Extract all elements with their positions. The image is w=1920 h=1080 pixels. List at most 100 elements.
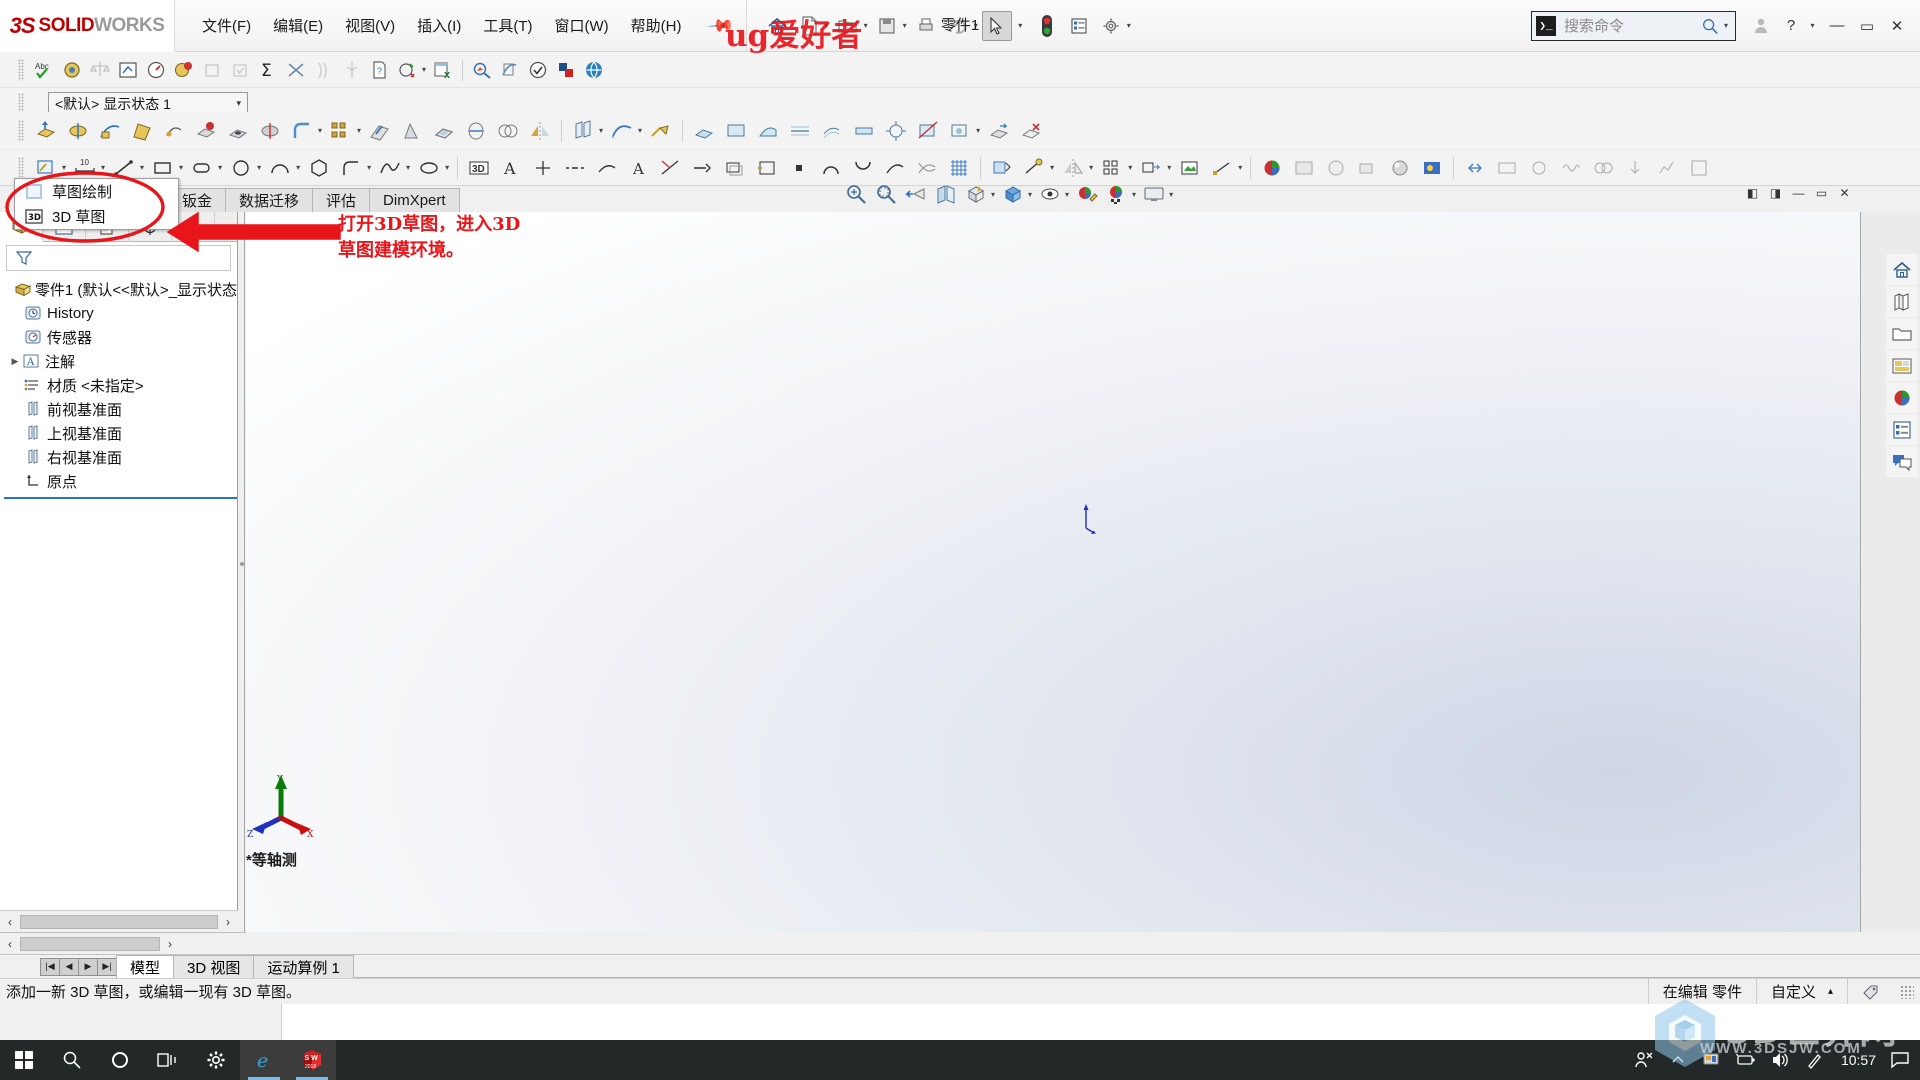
dock-right-icon[interactable]: ◨ xyxy=(1764,182,1787,204)
geometry-analysis-icon[interactable] xyxy=(199,57,225,83)
select-cursor-icon[interactable] xyxy=(981,10,1012,41)
motor-icon[interactable] xyxy=(1524,153,1554,183)
motion-calc-icon[interactable] xyxy=(1684,153,1714,183)
hscroll-thumb[interactable] xyxy=(20,936,160,951)
menu-insert[interactable]: 插入(I) xyxy=(406,11,472,40)
view-palette-icon[interactable] xyxy=(1886,350,1918,381)
hide-show-caret-icon[interactable]: ▾ xyxy=(1065,190,1069,199)
tab-motion-study[interactable]: 运动算例 1 xyxy=(253,955,354,978)
check-icon2[interactable] xyxy=(227,57,253,83)
symmetry-check-icon[interactable] xyxy=(339,57,365,83)
menu-help[interactable]: 帮助(H) xyxy=(620,11,693,40)
tab-dimxpert[interactable]: DimXpert xyxy=(369,188,460,212)
circle-icon[interactable] xyxy=(226,153,256,183)
intersection-curve-icon[interactable] xyxy=(912,153,942,183)
scroll-thumb[interactable] xyxy=(20,914,218,929)
check-sketch-caret-icon[interactable]: ▾ xyxy=(422,65,426,74)
sw-forum-icon[interactable] xyxy=(1886,446,1918,477)
revolved-boss-icon[interactable] xyxy=(63,116,93,146)
feature-tree-filter[interactable] xyxy=(6,245,231,271)
settings-icon[interactable] xyxy=(192,1040,240,1080)
spell-check-icon[interactable]: Abc xyxy=(31,57,57,83)
point-icon[interactable] xyxy=(528,153,558,183)
appearances-scenes-icon[interactable] xyxy=(1886,382,1918,413)
rib-icon[interactable] xyxy=(365,116,395,146)
nav-next-button[interactable]: ▶ xyxy=(78,957,98,976)
sketch-picture-icon[interactable] xyxy=(1175,153,1205,183)
extruded-boss-icon[interactable] xyxy=(31,116,61,146)
animation-wizard-icon[interactable] xyxy=(1492,153,1522,183)
menu-file[interactable]: 文件(F) xyxy=(191,11,262,40)
search-input[interactable]: ❯_ 搜索命令 ▾ xyxy=(1531,10,1736,41)
ellipse-icon[interactable] xyxy=(414,153,444,183)
tree-item-history[interactable]: History xyxy=(4,301,237,325)
open-caret-icon[interactable]: ▾ xyxy=(864,21,868,30)
doc-minimize-button[interactable]: — xyxy=(1787,182,1810,204)
performance-evaluation-icon[interactable] xyxy=(143,57,169,83)
extruded-cut-icon[interactable] xyxy=(191,116,221,146)
apply-scene-icon[interactable] xyxy=(1103,180,1131,208)
simulation-icon[interactable] xyxy=(469,57,495,83)
costing-icon[interactable] xyxy=(581,57,607,83)
circle-caret-icon[interactable]: ▾ xyxy=(257,163,261,172)
trim-surface-icon[interactable] xyxy=(913,116,943,146)
check-sketch-icon[interactable] xyxy=(395,57,421,83)
instant3d-icon[interactable] xyxy=(646,116,676,146)
minimize-button[interactable]: — xyxy=(1822,9,1852,43)
check-entity-icon[interactable] xyxy=(171,57,197,83)
text-a-icon[interactable]: A xyxy=(624,153,654,183)
select-caret-icon[interactable]: ▾ xyxy=(1014,11,1030,41)
offset-entities-icon[interactable] xyxy=(720,153,750,183)
save-caret-icon[interactable]: ▾ xyxy=(903,21,907,30)
custom-properties-icon[interactable] xyxy=(1886,414,1918,445)
linear-pattern-icon[interactable] xyxy=(326,116,356,146)
statistics-sigma-icon[interactable]: Σ xyxy=(255,57,281,83)
maximize-button[interactable]: ▭ xyxy=(1852,9,1882,43)
sustainability-check-icon[interactable] xyxy=(525,57,551,83)
spline-caret-icon[interactable]: ▾ xyxy=(406,163,410,172)
slot-caret-icon[interactable]: ▾ xyxy=(218,163,222,172)
convert-entities-icon[interactable] xyxy=(752,153,782,183)
section-view-icon[interactable] xyxy=(932,180,960,208)
planar-surface-icon[interactable] xyxy=(721,116,751,146)
mirror-caret-icon[interactable]: ▾ xyxy=(1089,163,1093,172)
plane-sketch-icon[interactable] xyxy=(592,153,622,183)
design-library-icon[interactable] xyxy=(1886,286,1918,317)
fillet-caret-icon[interactable]: ▾ xyxy=(318,126,322,135)
scene-icon[interactable] xyxy=(1289,153,1319,183)
rectangle-caret-icon[interactable]: ▾ xyxy=(179,163,183,172)
print-icon[interactable] xyxy=(911,11,941,41)
delete-face-icon[interactable] xyxy=(1016,116,1046,146)
surface-properties-icon[interactable] xyxy=(945,116,975,146)
sketch-fillet-icon[interactable] xyxy=(336,153,366,183)
curve-icon[interactable] xyxy=(880,153,910,183)
sustainability-icon[interactable] xyxy=(553,57,579,83)
arc-down-icon[interactable] xyxy=(848,153,878,183)
arc-icon[interactable] xyxy=(265,153,295,183)
hide-show-items-icon[interactable] xyxy=(1036,180,1064,208)
menu-window[interactable]: 窗口(W) xyxy=(543,11,619,40)
tree-item-sensors[interactable]: 传感器 xyxy=(4,325,237,349)
file-explorer-icon[interactable] xyxy=(1886,318,1918,349)
dock-left-icon[interactable]: ◧ xyxy=(1741,182,1764,204)
arc-caret-icon[interactable]: ▾ xyxy=(296,163,300,172)
sw-resources-icon[interactable] xyxy=(1886,254,1918,285)
compare-documents-icon[interactable]: ? xyxy=(367,57,393,83)
task-view-icon[interactable] xyxy=(144,1040,192,1080)
scroll-right-arrow-icon[interactable]: › xyxy=(218,915,238,929)
bottom-hscrollbar[interactable]: ‹ › xyxy=(0,932,246,954)
tree-item-part[interactable]: 零件1 (默认<<默认>_显示状态 xyxy=(4,277,237,301)
render-tools-icon[interactable] xyxy=(1385,153,1415,183)
edge-browser-icon[interactable]: e xyxy=(240,1040,288,1080)
camera-icon[interactable] xyxy=(1353,153,1383,183)
sketch-caret-icon[interactable]: ▾ xyxy=(62,163,66,172)
sketch-pattern-caret-icon[interactable]: ▾ xyxy=(1128,163,1132,172)
toolbar-grip[interactable] xyxy=(18,58,24,81)
decal-icon[interactable] xyxy=(1321,153,1351,183)
curves-caret-icon[interactable]: ▾ xyxy=(638,126,642,135)
feature-tree-hscrollbar[interactable]: ‹ › xyxy=(0,910,238,932)
curves-icon[interactable] xyxy=(607,116,637,146)
grid-snap-icon[interactable] xyxy=(944,153,974,183)
tree-item-material[interactable]: 材质 <未指定> xyxy=(4,373,237,397)
tree-item-right-plane[interactable]: 右视基准面 xyxy=(4,445,237,469)
